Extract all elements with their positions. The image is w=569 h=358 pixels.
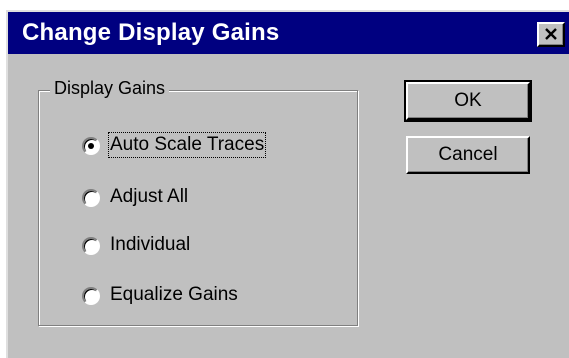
- radio-individual[interactable]: Individual: [82, 234, 352, 262]
- cancel-button[interactable]: Cancel: [406, 136, 530, 174]
- radio-selected-dot-icon: [88, 143, 94, 149]
- change-display-gains-dialog: Change Display Gains Display Gains Auto …: [6, 10, 569, 358]
- groupbox-legend: Display Gains: [50, 78, 170, 99]
- ok-button[interactable]: OK: [404, 80, 532, 122]
- close-icon: [545, 28, 557, 40]
- display-gains-groupbox: Display Gains Auto Scale Traces Adjust A…: [38, 78, 358, 326]
- radio-label[interactable]: Equalize Gains: [110, 284, 238, 306]
- radio-button-icon[interactable]: [82, 137, 100, 155]
- radio-label[interactable]: Adjust All: [110, 186, 188, 208]
- radio-button-icon[interactable]: [82, 237, 100, 255]
- radio-label[interactable]: Auto Scale Traces: [107, 132, 267, 158]
- radio-auto-scale-traces[interactable]: Auto Scale Traces: [82, 132, 352, 162]
- close-button[interactable]: [537, 22, 565, 47]
- title-bar[interactable]: Change Display Gains: [8, 12, 569, 54]
- radio-button-icon[interactable]: [82, 287, 100, 305]
- radio-equalize-gains[interactable]: Equalize Gains: [82, 284, 352, 312]
- dialog-title: Change Display Gains: [22, 19, 280, 46]
- radio-label[interactable]: Individual: [110, 234, 190, 256]
- radio-button-icon[interactable]: [82, 189, 100, 207]
- radio-adjust-all[interactable]: Adjust All: [82, 186, 352, 214]
